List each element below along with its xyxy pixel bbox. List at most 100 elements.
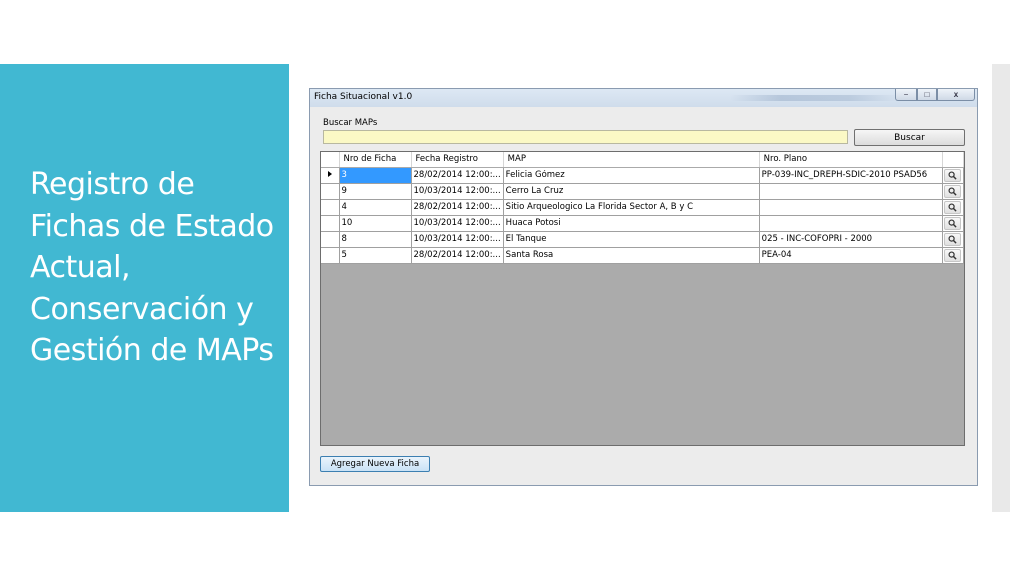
- cell-plano[interactable]: [759, 183, 943, 200]
- cell-action: [942, 231, 964, 248]
- cell-fecha-text: 28/02/2014 12:00:...: [413, 202, 501, 212]
- column-header-map[interactable]: MAP: [503, 152, 760, 168]
- row-selector[interactable]: [321, 167, 340, 184]
- magnifier-icon: [948, 170, 957, 180]
- cell-action: [942, 247, 964, 264]
- view-ficha-button[interactable]: [943, 184, 961, 198]
- cell-action: [942, 183, 964, 200]
- titlebar-decoration: [730, 95, 900, 101]
- cell-fecha-text: 28/02/2014 12:00:...: [413, 250, 501, 260]
- cell-nro-text: 10: [341, 218, 353, 228]
- maximize-button[interactable]: □: [917, 89, 937, 101]
- cell-map-text: Huaca Potosi: [505, 218, 561, 228]
- cell-nro[interactable]: 5: [339, 247, 412, 264]
- view-ficha-button[interactable]: [943, 248, 961, 262]
- cell-fecha[interactable]: 10/03/2014 12:00:...: [411, 215, 504, 232]
- row-selector[interactable]: [321, 199, 340, 216]
- cell-nro[interactable]: 9: [339, 183, 412, 200]
- view-ficha-button[interactable]: [943, 216, 961, 230]
- column-header-action: [942, 152, 964, 168]
- cell-plano[interactable]: [759, 215, 943, 232]
- app-window: Ficha Situacional v1.0 − □ x Buscar MAPs…: [309, 88, 978, 486]
- cell-fecha[interactable]: 28/02/2014 12:00:...: [411, 199, 504, 216]
- cell-map-text: Sitio Arqueologico La Florida Sector A, …: [505, 202, 693, 212]
- cell-map[interactable]: Felicia Gómez: [503, 167, 760, 184]
- cell-plano[interactable]: [759, 199, 943, 216]
- table-row[interactable]: 5 28/02/2014 12:00:... Santa Rosa PEA-04: [321, 247, 964, 264]
- cell-fecha[interactable]: 10/03/2014 12:00:...: [411, 183, 504, 200]
- table-row[interactable]: 3 28/02/2014 12:00:... Felicia Gómez PP-039…: [321, 167, 964, 184]
- close-button[interactable]: x: [937, 89, 975, 101]
- table-row[interactable]: 4 28/02/2014 12:00:... Sitio Arqueologico …: [321, 199, 964, 216]
- cell-plano-text: PP-039-INC_DREPH-SDIC-2010 PSAD56: [761, 170, 928, 180]
- cell-nro[interactable]: 3: [339, 167, 412, 184]
- cell-fecha[interactable]: 10/03/2014 12:00:...: [411, 231, 504, 248]
- column-header-plano[interactable]: Nro. Plano: [759, 152, 943, 168]
- close-icon: x: [953, 90, 959, 99]
- view-ficha-button[interactable]: [943, 200, 961, 214]
- view-ficha-button[interactable]: [943, 168, 961, 182]
- search-input[interactable]: [323, 130, 848, 144]
- magnifier-icon: [948, 250, 957, 260]
- magnifier-icon: [948, 186, 957, 196]
- magnifier-icon: [948, 218, 957, 228]
- cell-nro-text: 9: [341, 186, 347, 196]
- cell-fecha-text: 28/02/2014 12:00:...: [413, 170, 501, 180]
- cell-map[interactable]: Cerro La Cruz: [503, 183, 760, 200]
- magnifier-icon: [948, 202, 957, 212]
- cell-fecha-text: 10/03/2014 12:00:...: [413, 218, 501, 228]
- minimize-button[interactable]: −: [895, 89, 917, 101]
- cell-nro-text: 5: [341, 250, 347, 260]
- cell-map-text: Cerro La Cruz: [505, 186, 564, 196]
- cell-map[interactable]: Santa Rosa: [503, 247, 760, 264]
- search-label: Buscar MAPs: [323, 118, 378, 128]
- window-titlebar[interactable]: Ficha Situacional v1.0 − □ x: [310, 89, 977, 107]
- cell-map[interactable]: Huaca Potosi: [503, 215, 760, 232]
- cell-nro[interactable]: 10: [339, 215, 412, 232]
- cell-action: [942, 215, 964, 232]
- row-selector[interactable]: [321, 215, 340, 232]
- cell-plano-text: PEA-04: [761, 250, 792, 260]
- cell-plano[interactable]: 025 - INC-COFOPRI - 2000: [759, 231, 943, 248]
- add-new-ficha-button[interactable]: Agregar Nueva Ficha: [320, 456, 430, 472]
- cell-nro[interactable]: 4: [339, 199, 412, 216]
- window-title: Ficha Situacional v1.0: [314, 92, 413, 102]
- slide-title: Registro de Fichas de Estado Actual, Con…: [30, 167, 274, 368]
- data-grid[interactable]: Nro de Ficha Fecha Registro MAP Nro. Pla…: [320, 151, 965, 446]
- row-selector[interactable]: [321, 231, 340, 248]
- fichas-table: Nro de Ficha Fecha Registro MAP Nro. Pla…: [321, 152, 964, 264]
- title-panel: Registro de Fichas de Estado Actual, Con…: [0, 64, 289, 512]
- cell-fecha[interactable]: 28/02/2014 12:00:...: [411, 167, 504, 184]
- cell-map[interactable]: El Tanque: [503, 231, 760, 248]
- cell-nro-text: 3: [341, 170, 347, 180]
- cell-fecha[interactable]: 28/02/2014 12:00:...: [411, 247, 504, 264]
- table-header-row: Nro de Ficha Fecha Registro MAP Nro. Pla…: [321, 152, 964, 168]
- cell-fecha-text: 10/03/2014 12:00:...: [413, 186, 501, 196]
- cell-nro[interactable]: 8: [339, 231, 412, 248]
- view-ficha-button[interactable]: [943, 232, 961, 246]
- search-button[interactable]: Buscar: [854, 129, 965, 146]
- table-row[interactable]: 10 10/03/2014 12:00:... Huaca Potosi: [321, 215, 964, 232]
- row-selector[interactable]: [321, 183, 340, 200]
- cell-plano[interactable]: PP-039-INC_DREPH-SDIC-2010 PSAD56: [759, 167, 943, 184]
- cell-map-text: El Tanque: [505, 234, 547, 244]
- side-strip: [992, 64, 1010, 512]
- table-row[interactable]: 9 10/03/2014 12:00:... Cerro La Cruz: [321, 183, 964, 200]
- column-header-nro[interactable]: Nro de Ficha: [339, 152, 412, 168]
- cell-nro-text: 4: [341, 202, 347, 212]
- window-controls: − □ x: [895, 89, 975, 101]
- row-header-corner: [321, 152, 340, 168]
- cell-action: [942, 167, 964, 184]
- row-selector[interactable]: [321, 247, 340, 264]
- current-row-arrow-icon: [327, 171, 332, 177]
- table-row[interactable]: 8 10/03/2014 12:00:... El Tanque 025 - INC-…: [321, 231, 964, 248]
- cell-plano-text: 025 - INC-COFOPRI - 2000: [761, 234, 873, 244]
- maximize-icon: □: [924, 90, 930, 99]
- cell-plano[interactable]: PEA-04: [759, 247, 943, 264]
- cell-action: [942, 199, 964, 216]
- cell-map[interactable]: Sitio Arqueologico La Florida Sector A, …: [503, 199, 760, 216]
- cell-nro-text: 8: [341, 234, 347, 244]
- magnifier-icon: [948, 234, 957, 244]
- minimize-icon: −: [903, 90, 909, 99]
- column-header-fecha[interactable]: Fecha Registro: [411, 152, 504, 168]
